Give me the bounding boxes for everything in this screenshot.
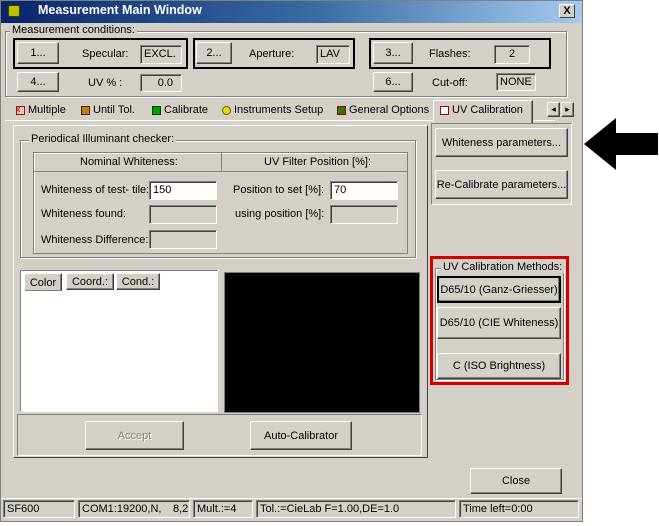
- close-window-button[interactable]: X: [559, 4, 575, 18]
- tab-scroll-left[interactable]: ◂: [547, 102, 560, 117]
- general-options-icon: [337, 105, 346, 115]
- whiteness-test-tile-input[interactable]: 150: [149, 181, 217, 200]
- status-time-left: Time left=0:00: [459, 500, 579, 518]
- tab-uv-calibration-label: UV Calibration: [452, 104, 523, 116]
- tab-general-options-label: General Options: [349, 104, 430, 116]
- color-preview: [224, 272, 420, 413]
- whiteness-difference-field: [149, 230, 217, 249]
- status-tolerance: Tol.:=CieLab F=1.00,DE=1.0: [256, 500, 456, 518]
- illuminant-checker-label: Periodical Illuminant checker:: [29, 133, 177, 145]
- status-port: COM1:19200,N, 8,2: [78, 500, 190, 518]
- whiteness-parameters-button[interactable]: Whiteness parameters...: [435, 128, 568, 157]
- tab-calibrate-label: Calibrate: [164, 104, 209, 116]
- condition-3-button[interactable]: 3...: [373, 42, 413, 64]
- action-bar: [17, 414, 422, 456]
- condition-1-button[interactable]: 1...: [17, 42, 59, 64]
- d65-cie-whiteness-button[interactable]: D65/10 (CIE Whiteness): [437, 307, 561, 339]
- cutoff-label: Cut-off:: [432, 77, 468, 89]
- tab-general-options[interactable]: General Options: [337, 104, 429, 116]
- status-multiple: Mult.:=4: [193, 500, 253, 518]
- pointer-arrow-icon: [584, 118, 658, 170]
- checker-header-rule: [33, 171, 408, 172]
- whiteness-test-tile-label: Whiteness of test- tile:: [41, 184, 150, 196]
- aperture-label: Aperture:: [249, 48, 295, 60]
- condition-6-button[interactable]: 6...: [373, 72, 413, 92]
- flashes-label: Flashes:: [429, 48, 471, 60]
- tab-multiple-label: Multiple: [28, 104, 66, 116]
- subtab-coord[interactable]: Coord.:: [66, 273, 114, 290]
- d65-ganz-griesser-button[interactable]: D65/10 (Ganz-Griesser): [437, 276, 561, 303]
- tab-instruments-setup-label: Instruments Setup: [234, 104, 324, 116]
- accept-button[interactable]: Accept: [85, 421, 184, 450]
- subtab-cond[interactable]: Cond.:: [116, 273, 160, 290]
- aperture-value: LAV: [316, 45, 350, 64]
- uv-filter-position-header: UV Filter Position [%]:: [264, 156, 371, 168]
- status-instrument: SF600: [3, 500, 75, 518]
- whiteness-found-label: Whiteness found:: [41, 208, 126, 220]
- whiteness-difference-label: Whiteness Difference:: [41, 234, 149, 246]
- position-to-set-input[interactable]: 70: [330, 181, 398, 200]
- subtab-color[interactable]: Color: [24, 273, 62, 291]
- using-position-label: using position [%]:: [235, 208, 325, 220]
- using-position-field: [330, 205, 398, 224]
- c-iso-brightness-button[interactable]: C (ISO Brightness): [437, 353, 561, 379]
- specular-label: Specular:: [82, 48, 129, 60]
- app-icon: [8, 5, 20, 17]
- calibrate-icon: [152, 105, 161, 115]
- uv-percent-value: 0.0: [140, 74, 182, 92]
- condition-2-button[interactable]: 2...: [196, 42, 232, 64]
- results-panel: [20, 270, 218, 412]
- position-to-set-label: Position to set [%]:: [233, 184, 325, 196]
- checker-header-divider: [221, 152, 222, 172]
- multiple-icon: x: [16, 104, 25, 115]
- tab-scroll-right[interactable]: ▸: [561, 102, 574, 117]
- tab-until-tol[interactable]: Until Tol.: [81, 104, 135, 116]
- uv-calibration-icon: [440, 105, 449, 115]
- auto-calibrator-button[interactable]: Auto-Calibrator: [250, 421, 352, 450]
- close-button[interactable]: Close: [470, 468, 562, 494]
- uv-methods-label: UV Calibration Methods:: [441, 261, 565, 273]
- tab-uv-calibration-content[interactable]: UV Calibration: [440, 104, 523, 116]
- condition-4-button[interactable]: 4...: [17, 72, 59, 92]
- until-tol-icon: [81, 105, 90, 115]
- tab-until-tol-label: Until Tol.: [93, 104, 135, 116]
- window-title: Measurement Main Window: [38, 3, 202, 17]
- uv-percent-label: UV % :: [88, 77, 123, 89]
- status-port-settings: COM1:19200,N,: [82, 503, 162, 515]
- nominal-whiteness-header: Nominal Whiteness:: [80, 156, 178, 168]
- whiteness-found-field: [149, 205, 217, 224]
- instruments-setup-icon: [222, 105, 231, 115]
- tab-calibrate[interactable]: Calibrate: [152, 104, 208, 116]
- measurement-conditions-label: Measurement conditions:: [10, 24, 137, 36]
- status-port-bits: 8,2: [173, 503, 189, 515]
- cutoff-value: NONE: [496, 73, 536, 91]
- flashes-value: 2: [494, 45, 530, 64]
- recalibrate-parameters-button[interactable]: Re-Calibrate parameters...: [435, 170, 568, 199]
- specular-value: EXCL.: [140, 45, 182, 64]
- tab-instruments-setup[interactable]: Instruments Setup: [222, 104, 323, 116]
- tab-multiple[interactable]: x Multiple: [16, 104, 66, 116]
